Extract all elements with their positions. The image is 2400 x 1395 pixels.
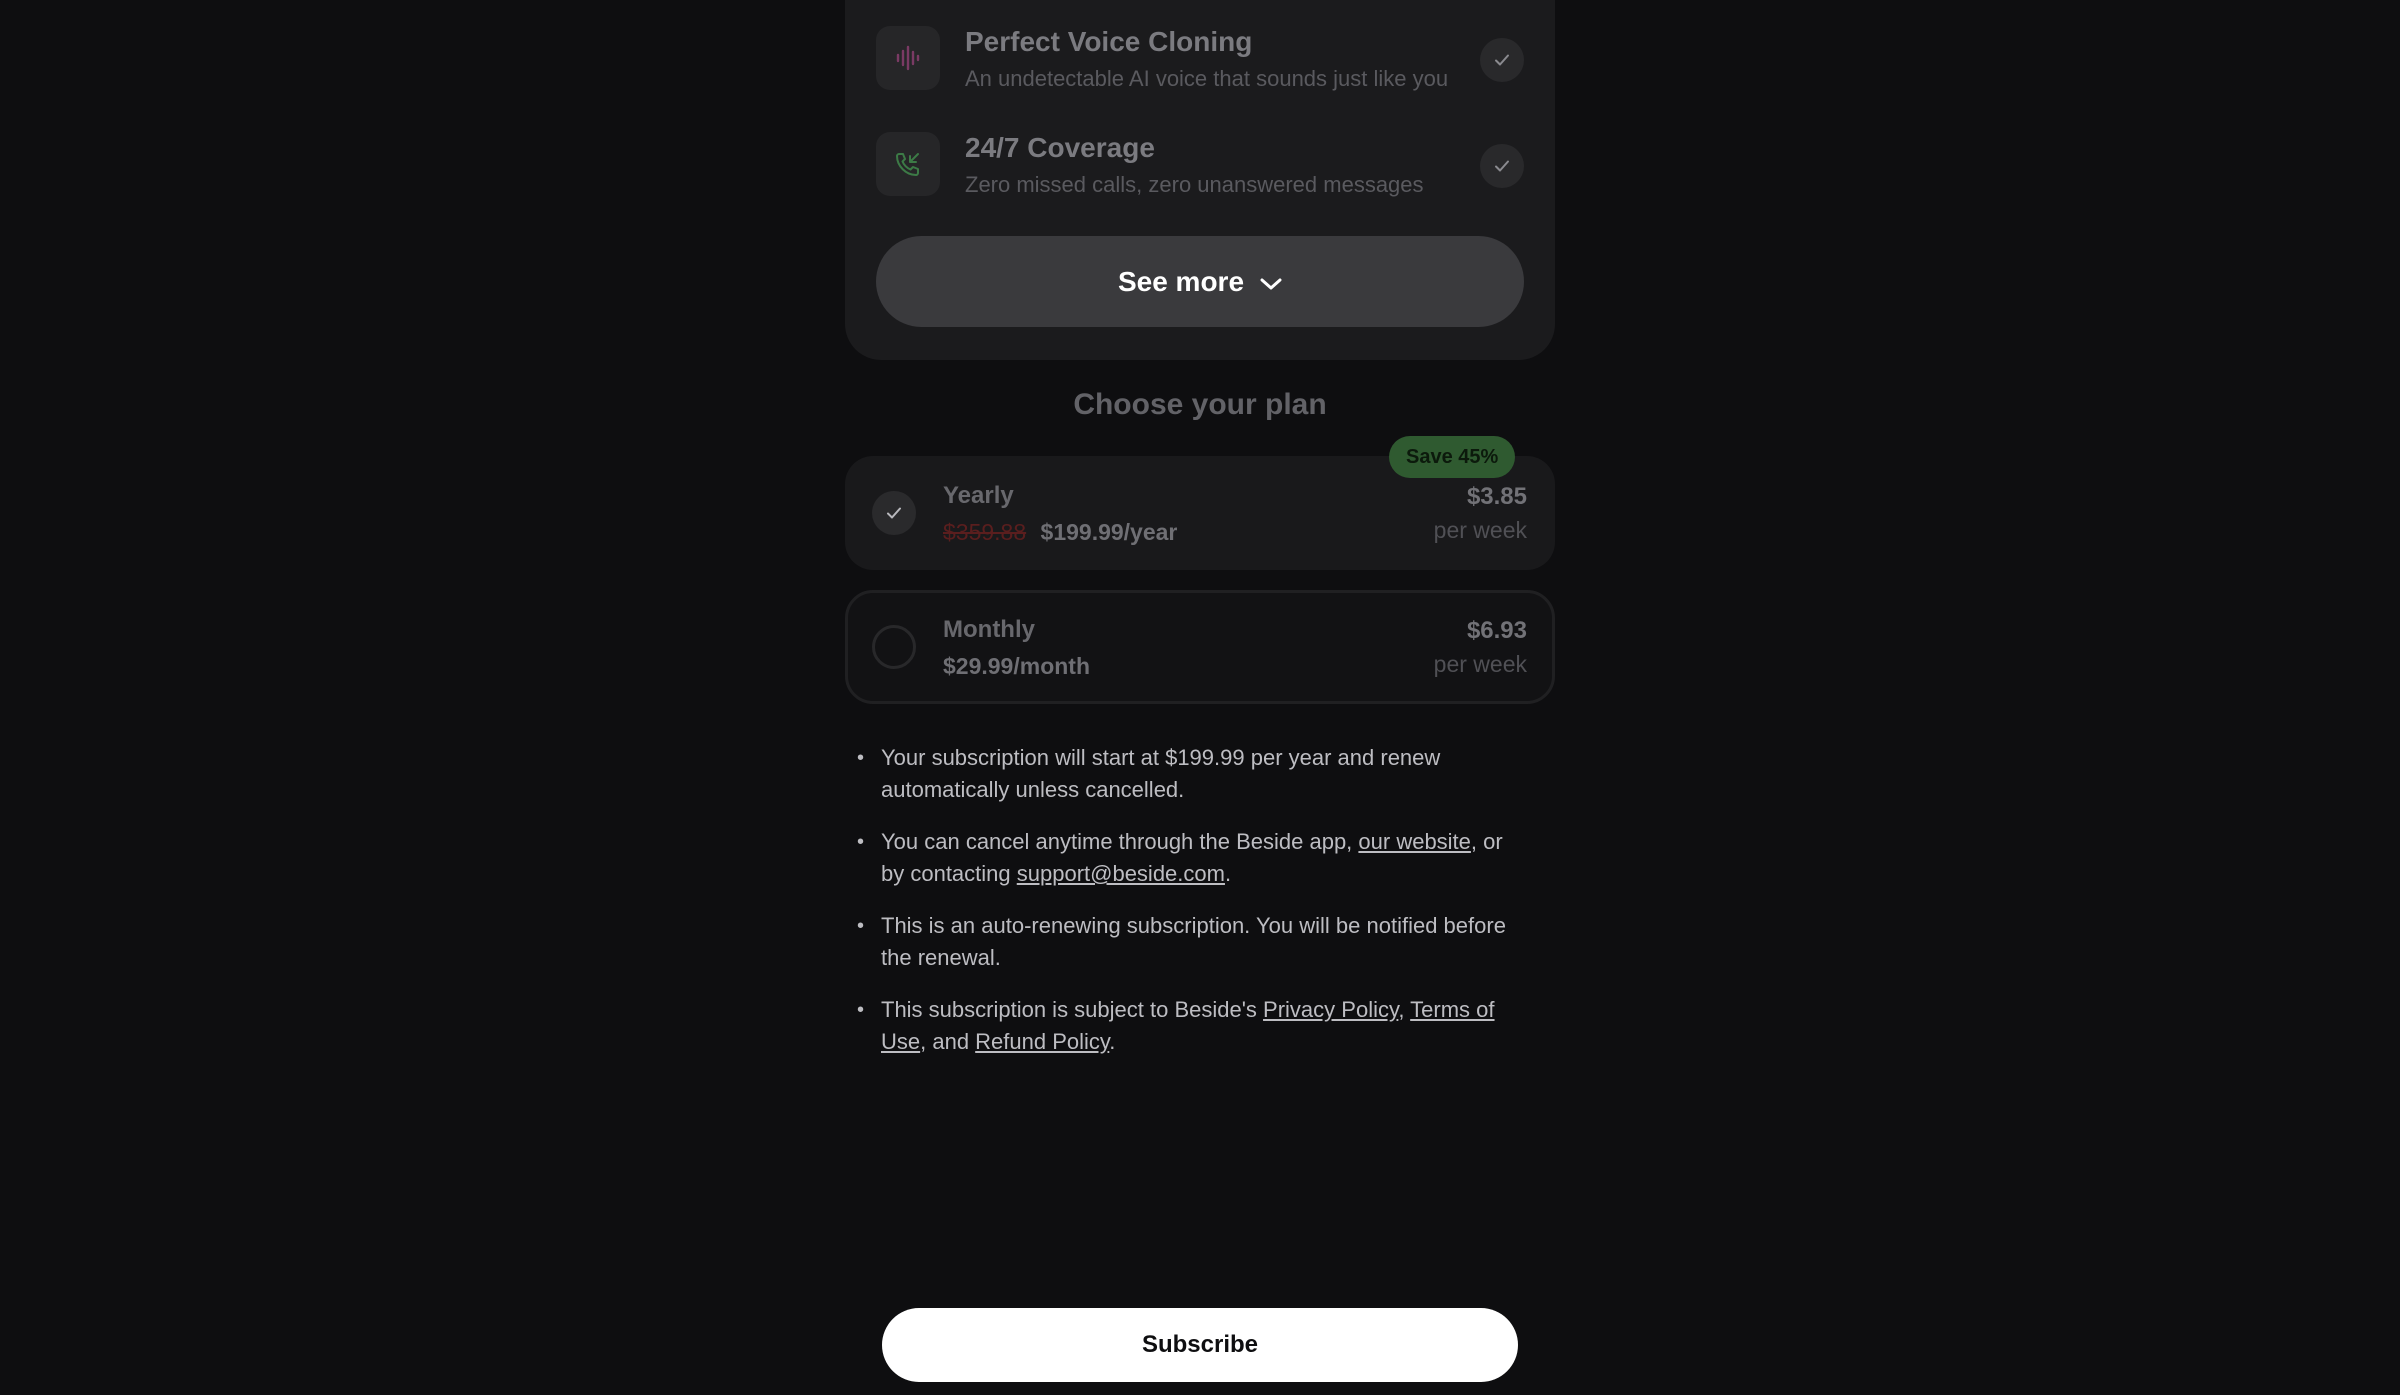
website-link[interactable]: our website [1358,829,1471,854]
plan-price: $29.99/month [943,653,1090,679]
terms-item: Your subscription will start at $199.99 … [857,742,1521,806]
plan-price-line: $359.88 $199.99/year [943,519,1177,546]
terms-text: , [1398,997,1411,1022]
plan-name: Yearly [943,482,1014,509]
incoming-call-icon [876,132,940,196]
subscribe-button[interactable]: Subscribe [882,1308,1518,1382]
per-week-label: per week [1433,517,1527,543]
feature-description: An undetectable AI voice that sounds jus… [965,66,1449,91]
weekly-price: $6.93 [1466,617,1527,644]
support-email-link[interactable]: support@beside.com [1017,861,1225,886]
terms-item: You can cancel anytime through the Besid… [857,826,1521,890]
chevron-down-icon [1260,266,1282,298]
see-more-label: See more [1117,265,1245,297]
feature-title: Perfect Voice Cloning [965,26,1253,57]
see-more-button[interactable]: See more [876,236,1524,327]
subscription-terms: Your subscription will start at $199.99 … [857,742,1521,1078]
plan-name: Monthly [943,616,1035,643]
privacy-policy-link[interactable]: Privacy Policy [1263,997,1398,1022]
terms-text: . [1224,861,1232,886]
paywall-column: Perfect Voice Cloning An undetectable AI… [845,0,1555,1395]
terms-item: This is an auto-renewing subscription. Y… [857,910,1521,974]
terms-text: This is an auto-renewing subscription. Y… [881,913,1506,970]
radio-button[interactable] [872,625,916,669]
per-week-label: per week [1433,651,1527,677]
terms-text: This subscription is subject to Beside's [881,997,1264,1022]
check-icon [1480,38,1524,82]
weekly-price: $3.85 [1466,483,1527,510]
plan-heading: Choose your plan [1073,388,1327,421]
plan-option-monthly[interactable]: Monthly $29.99/month $6.93 per week [845,590,1555,704]
terms-text: . [1109,1029,1116,1054]
check-icon [1480,144,1524,188]
original-price: $359.88 [943,519,1027,545]
terms-text: , and [920,1029,976,1054]
save-badge: Save 45% [1389,436,1516,478]
plan-price: $199.99/year [1040,519,1178,545]
features-card: Perfect Voice Cloning An undetectable AI… [845,0,1555,360]
terms-text: You can cancel anytime through the Besid… [881,829,1359,854]
selected-check-icon[interactable] [872,491,916,535]
feature-title: 24/7 Coverage [965,132,1155,163]
feature-description: Zero missed calls, zero unanswered messa… [965,172,1424,197]
waveform-icon [876,26,940,90]
terms-text: Your subscription will start at $199.99 … [881,745,1441,802]
feature-voice-cloning: Perfect Voice Cloning An undetectable AI… [876,26,1524,96]
feature-coverage: 24/7 Coverage Zero missed calls, zero un… [876,132,1524,202]
refund-policy-link[interactable]: Refund Policy [975,1029,1109,1054]
terms-item: This subscription is subject to Beside's… [857,994,1521,1058]
